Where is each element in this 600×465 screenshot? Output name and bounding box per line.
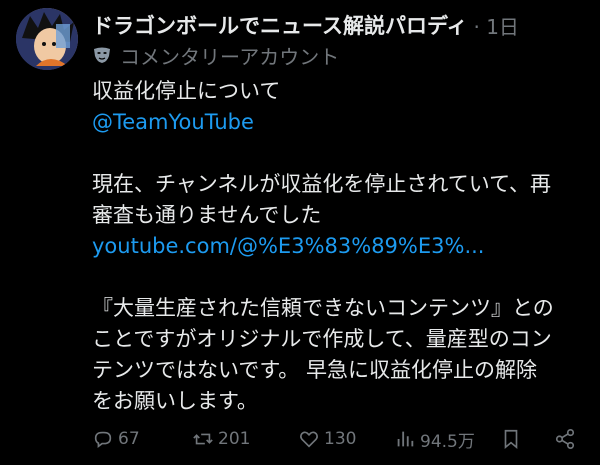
views-count: 94.5万 <box>420 431 475 452</box>
post-body: 収益化停止について @TeamYouTube 現在、チャンネルが収益化を停止され… <box>92 76 588 417</box>
mask-icon <box>92 45 112 65</box>
display-name[interactable]: ドラゴンボールでニュース解説パロディ <box>92 10 467 40</box>
reply-button[interactable]: 67 <box>92 428 140 450</box>
avatar[interactable] <box>16 8 78 70</box>
like-count: 130 <box>324 429 357 449</box>
like-button[interactable]: 130 <box>298 428 356 450</box>
bookmark-icon <box>504 429 518 450</box>
share-button[interactable] <box>554 428 580 450</box>
heart-icon <box>300 431 318 448</box>
body-blank <box>92 262 588 293</box>
body-line: をお願いします。 <box>92 389 258 413</box>
post-time[interactable]: · 1日 <box>473 11 518 40</box>
body-line: テンツではないです。 早急に収益化停止の解除 <box>92 358 537 382</box>
post[interactable]: ドラゴンボールでニュース解説パロディ · 1日 コメンタリーアカウント 収益化停… <box>0 0 600 465</box>
body-line: 審査も通りませんでした <box>92 203 322 227</box>
body-line: 『大量生産された信頼できないコンテンツ』との <box>92 296 554 320</box>
reply-icon <box>94 431 112 448</box>
reply-count: 67 <box>118 429 140 449</box>
mention-link[interactable]: @TeamYouTube <box>92 107 588 138</box>
account-label: コメンタリーアカウント <box>120 44 340 69</box>
post-header: ドラゴンボールでニュース解説パロディ · 1日 <box>92 10 519 40</box>
repost-icon <box>193 433 213 445</box>
body-line: 収益化停止について <box>92 79 281 103</box>
views-icon <box>397 431 414 447</box>
body-line: 現在、チャンネルが収益化を停止されていて、再 <box>92 172 552 196</box>
body-line: ことですがオリジナルで作成して、量産型のコン <box>92 327 552 351</box>
action-bar: 67 201 130 94.5万 <box>92 424 588 454</box>
url-link[interactable]: youtube.com/@%E3%83%89%E3%... <box>92 231 588 262</box>
repost-button[interactable]: 201 <box>192 428 250 450</box>
views-button[interactable]: 94.5万 <box>394 427 475 452</box>
bookmark-button[interactable] <box>500 428 526 450</box>
body-blank <box>92 138 588 169</box>
avatar-image <box>16 8 78 70</box>
share-icon <box>555 429 575 449</box>
account-label-row: コメンタリーアカウント <box>92 42 340 69</box>
repost-count: 201 <box>218 429 251 449</box>
